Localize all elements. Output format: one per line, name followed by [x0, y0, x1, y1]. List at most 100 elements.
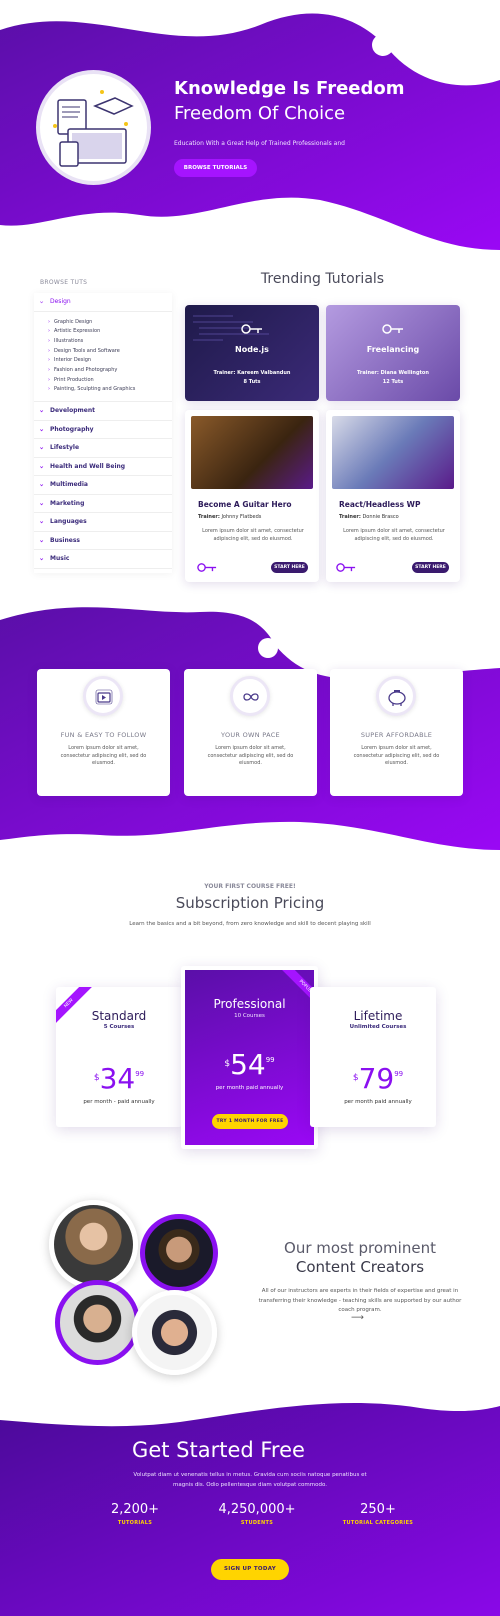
sidebar-heading: BROWSE TUTS	[40, 279, 88, 286]
plan-name: Lifetime	[353, 1009, 403, 1023]
video-icon	[95, 689, 113, 705]
price-cents: 99	[135, 1070, 145, 1078]
feature-text: Lorem ipsum dolor sit amet, consectetur …	[60, 745, 147, 766]
sidebar-subitem-label: Graphic Design	[54, 318, 93, 325]
tutorial-card-react[interactable]: React/Headless WP Trainer: Donnie Brasco…	[326, 410, 460, 582]
sidebar-item-multimedia[interactable]: Multimedia	[34, 476, 172, 495]
stat-label: TUTORIAL CATEGORIES	[342, 1520, 414, 1526]
card-name: Freelancing	[366, 345, 420, 354]
sidebar-category-list: DevelopmentPhotographyLifestyleHealth an…	[34, 402, 172, 569]
plan-courses: 10 Courses	[234, 1013, 265, 1019]
card-trainer-line: Trainer: Donnie Brasco	[339, 514, 399, 520]
key-icon	[336, 563, 356, 572]
sidebar-subitem-label: Illustrations	[54, 337, 84, 344]
feature-title: YOUR OWN PACE	[221, 731, 280, 739]
stat-value: 4,250,000+	[218, 1502, 296, 1517]
feature-card: FUN & EASY TO FOLLOW Lorem ipsum dolor si…	[37, 669, 170, 796]
sidebar-subitem[interactable]: › Print Production	[48, 376, 172, 386]
sidebar-subitem[interactable]: › Artistic Expression	[48, 327, 172, 337]
price-cents: 99	[265, 1056, 275, 1064]
pricing-subtitle: Learn the basics and a bit beyond, from …	[129, 921, 371, 927]
chevron-right-icon: ›	[48, 357, 50, 364]
sidebar-subitem[interactable]: › Design Tools and Software	[48, 347, 172, 357]
sidebar-subitem-label: Print Production	[54, 376, 94, 383]
sidebar-item-lifestyle[interactable]: Lifestyle	[34, 439, 172, 458]
sidebar-subitem-label: Interior Design	[54, 357, 92, 364]
card-count: 8 Tuts	[243, 379, 261, 385]
sidebar-subitem[interactable]: › Interior Design	[48, 356, 172, 366]
feature-icon-ring	[376, 676, 416, 716]
creator-avatar-1	[49, 1200, 138, 1289]
card-trainer: Trainer: Diana Wellington	[357, 370, 429, 376]
chevron-right-icon: ›	[48, 386, 50, 393]
browse-tutorials-button[interactable]: BROWSE TUTORIALS	[174, 159, 257, 177]
plan-professional-inner: POPULAR Professional 10 Courses $5499 pe…	[185, 970, 314, 1145]
plan-courses: Unlimited Courses	[349, 1024, 407, 1030]
trainer-name: Johnny Flatbeds	[221, 514, 262, 520]
sidebar-item-languages[interactable]: Languages	[34, 513, 172, 532]
chevron-right-icon: ›	[48, 367, 50, 374]
feature-title: FUN & EASY TO FOLLOW	[60, 731, 147, 739]
card-trainer: Trainer: Kareem Valbandun	[213, 370, 291, 376]
plan-courses: 5 Courses	[103, 1024, 135, 1030]
price-amount: 54	[230, 1048, 266, 1081]
trainer-label: Trainer:	[339, 514, 361, 520]
try-free-button[interactable]: TRY 1 MONTH FOR FREE	[212, 1114, 288, 1129]
creators-title-line1: Our most prominent	[284, 1239, 436, 1257]
chevron-right-icon: ›	[48, 337, 50, 344]
hero-illustration	[40, 74, 147, 181]
creator-avatar-4	[132, 1290, 217, 1375]
plan-name: Professional	[213, 997, 286, 1011]
card-title: Become A Guitar Hero	[198, 500, 292, 509]
sidebar-item-music[interactable]: Music	[34, 550, 172, 569]
trending-card-freelancing[interactable]: Freelancing Trainer: Diana Wellington 12…	[326, 305, 460, 401]
plan-standard: NEW Standard 5 Courses $3499 per month -…	[56, 987, 182, 1127]
tutorial-card-guitar[interactable]: Become A Guitar Hero Trainer: Johnny Fla…	[185, 410, 319, 582]
plan-professional: POPULAR Professional 10 Courses $5499 pe…	[181, 966, 318, 1149]
sidebar-item-business[interactable]: Business	[34, 532, 172, 551]
sidebar-item-health-and-well-being[interactable]: Health and Well Being	[34, 458, 172, 477]
card-count: 12 Tuts	[382, 379, 404, 385]
pricing-eyebrow: YOUR FIRST COURSE FREE!	[204, 883, 296, 890]
sidebar-subcategory-list: › Graphic Design › Artistic Expression › Illu…	[34, 312, 172, 403]
plan-name: Standard	[91, 1009, 147, 1023]
key-icon	[197, 563, 217, 572]
card-name: Node.js	[235, 345, 269, 354]
sidebar-item-development[interactable]: Development	[34, 402, 172, 421]
plan-period: per month paid annually	[215, 1085, 284, 1091]
trending-card-nodejs[interactable]: Node.js Trainer: Kareem Valbandun 8 Tuts	[185, 305, 319, 401]
start-here-button[interactable]: START HERE	[412, 562, 449, 573]
plan-period: per month paid annually	[344, 1099, 412, 1105]
trending-title: Trending Tutorials	[260, 271, 385, 287]
chevron-right-icon: ›	[48, 328, 50, 335]
stat-label: TUTORIALS	[117, 1520, 153, 1526]
sidebar-item-marketing[interactable]: Marketing	[34, 495, 172, 514]
plan-period: per month - paid annually	[83, 1099, 155, 1105]
plan-price: $7999	[320, 1062, 436, 1095]
sidebar-subitem[interactable]: › Fashion and Photography	[48, 366, 172, 376]
creator-avatar-2	[140, 1214, 218, 1292]
sidebar-item-design[interactable]: Design	[34, 293, 172, 312]
sidebar-subitem[interactable]: › Illustrations	[48, 337, 172, 347]
sign-up-button[interactable]: SIGN UP TODAY	[211, 1559, 289, 1580]
chevron-right-icon: ›	[48, 347, 50, 354]
feature-card: YOUR OWN PACE Lorem ipsum dolor sit amet,…	[184, 669, 317, 796]
card-trainer-line: Trainer: Johnny Flatbeds	[198, 514, 261, 520]
trainer-label: Trainer:	[198, 514, 220, 520]
start-here-button[interactable]: START HERE	[271, 562, 308, 573]
price-cents: 99	[394, 1070, 404, 1078]
sidebar-subitem[interactable]: › Painting, Sculpting and Graphics	[48, 385, 172, 395]
key-icon	[382, 324, 403, 334]
chevron-right-icon: ›	[48, 318, 50, 325]
card-text: Lorem ipsum dolor sit amet, consectetur …	[343, 528, 445, 542]
sidebar-subitem-label: Design Tools and Software	[54, 347, 120, 354]
creator-avatar-3	[55, 1280, 140, 1365]
cta-text: Volutpat diam ut venenatis tellus in met…	[133, 1472, 367, 1488]
feature-icon-ring	[230, 676, 270, 716]
pricing-title: Subscription Pricing	[175, 894, 325, 912]
sidebar-item-photography[interactable]: Photography	[34, 421, 172, 440]
sidebar-subitem[interactable]: › Graphic Design	[48, 318, 172, 328]
feature-card: SUPER AFFORDABLE Lorem ipsum dolor sit am…	[330, 669, 463, 796]
arrow-right-icon[interactable]: ⟶	[351, 1313, 364, 1323]
plan-price: $5499	[185, 1048, 314, 1081]
